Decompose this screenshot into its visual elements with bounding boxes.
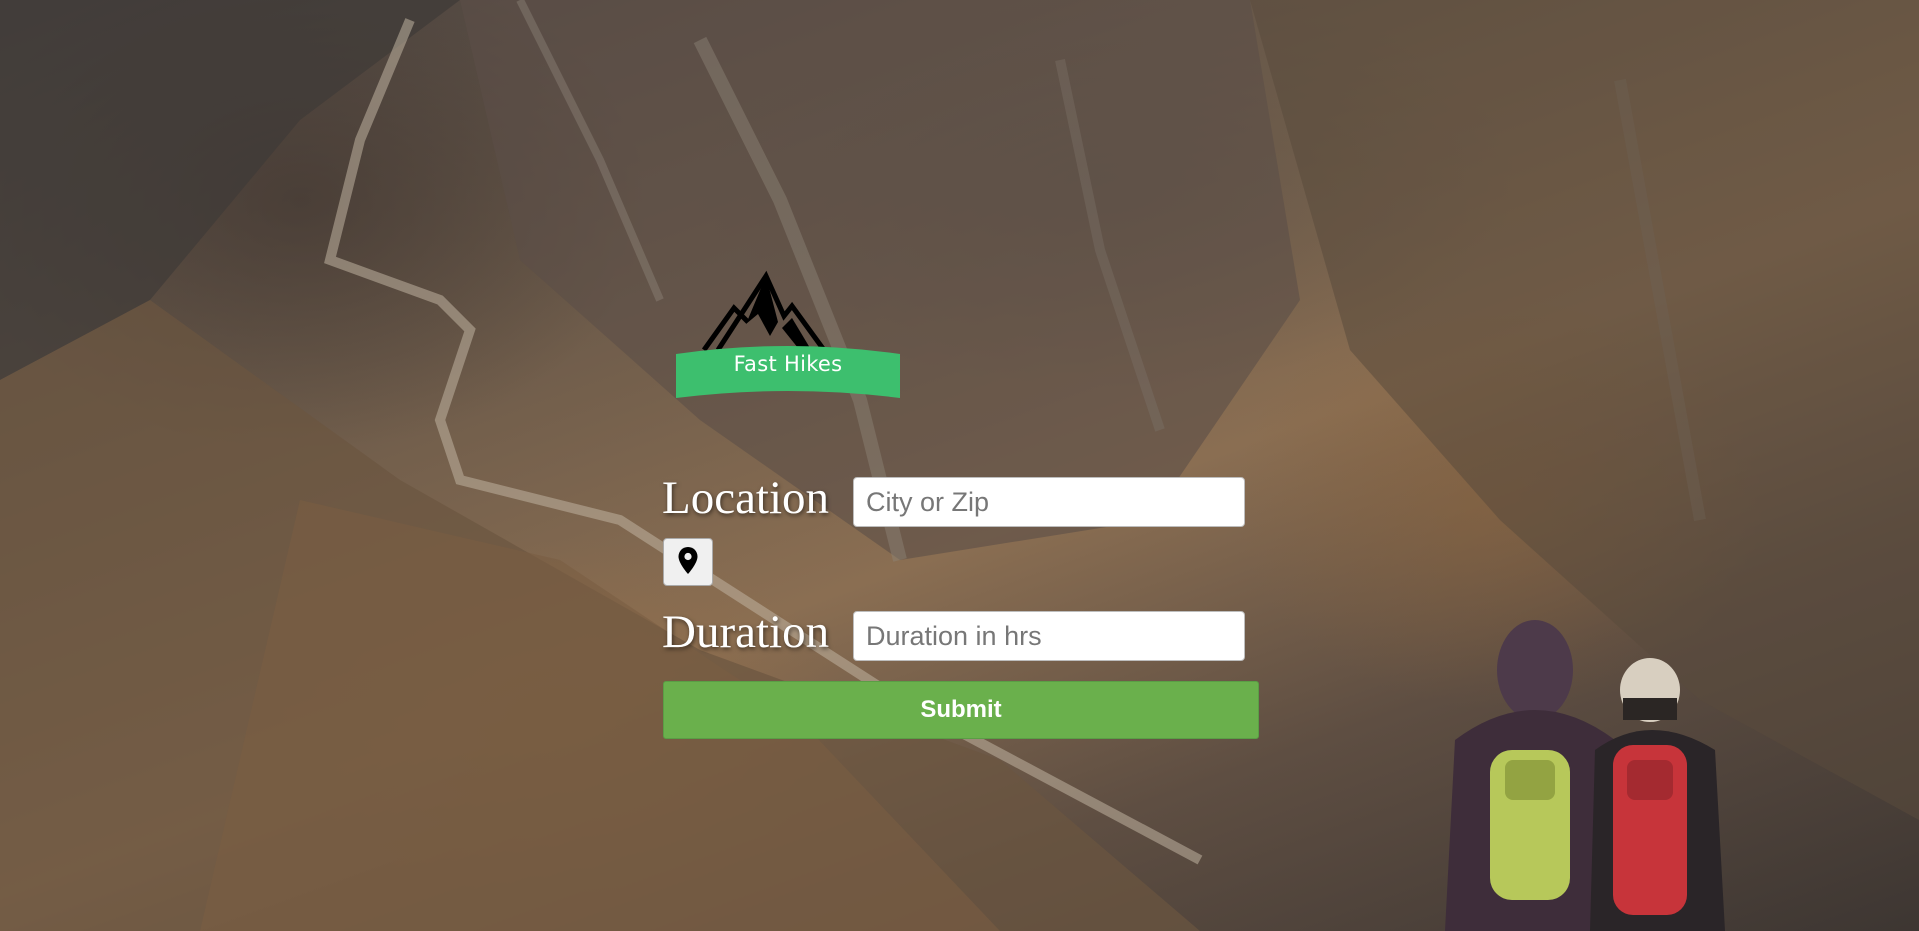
location-input[interactable] (853, 477, 1245, 527)
hikers-photo-detail (1445, 620, 1725, 931)
mountain-logo-icon (676, 270, 900, 398)
location-label: Location (662, 472, 830, 524)
logo-wordmark: Fast Hikes (733, 352, 843, 376)
submit-button[interactable]: Submit (663, 681, 1259, 739)
map-pin-icon (678, 546, 698, 574)
duration-label: Duration (662, 606, 830, 658)
use-my-location-button[interactable] (663, 538, 713, 586)
mountain-background-image (0, 0, 1919, 931)
fast-hikes-logo: Fast Hikes (674, 256, 902, 402)
duration-input[interactable] (853, 611, 1245, 661)
